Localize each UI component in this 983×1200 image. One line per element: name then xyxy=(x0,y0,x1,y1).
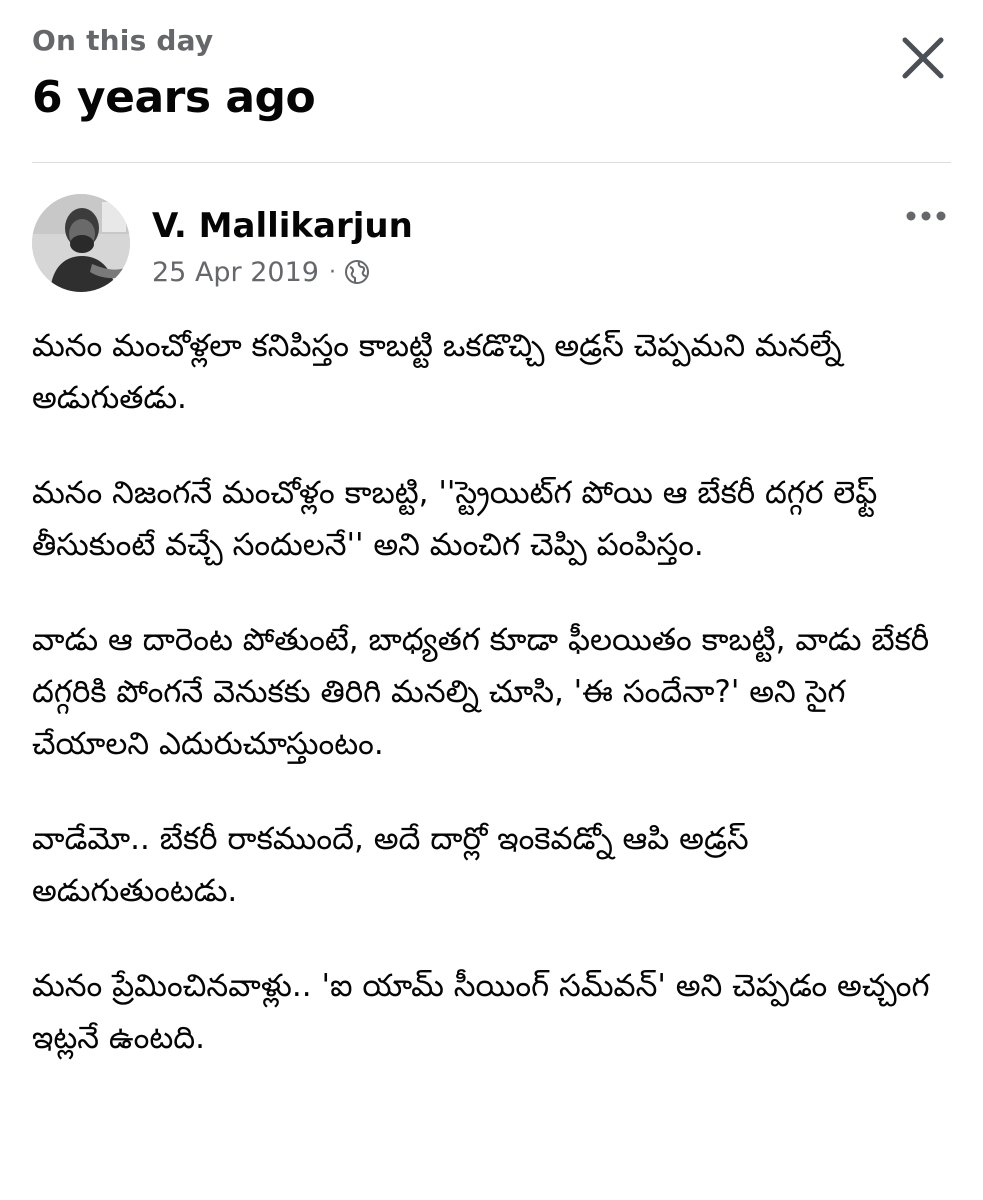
memory-eyebrow: On this day xyxy=(32,24,214,57)
meta-separator: · xyxy=(328,259,336,285)
avatar-photo xyxy=(32,194,130,292)
close-icon xyxy=(902,37,944,79)
post-paragraph-3: వాడు ఆ దారెంట పోతుంటే, బాధ్యతగ కూడా ఫీలయ… xyxy=(32,622,930,762)
post-paragraph-2: మనం నిజంగనే మంచోళ్లం కాబట్టి, ''స్ట్రెయి… xyxy=(32,475,878,563)
avatar[interactable] xyxy=(32,194,130,292)
post-paragraph-4: వాడేమో.. బేకరీ రాకముందే, అదే దార్లో ఇంకె… xyxy=(32,821,749,909)
author-name[interactable]: V. Mallikarjun xyxy=(152,206,413,246)
post-date[interactable]: 25 Apr 2019 xyxy=(152,257,319,288)
post-meta: 25 Apr 2019 · xyxy=(152,256,370,288)
header-divider xyxy=(32,162,951,163)
post-paragraph-1: మనం మంచోళ్లలా కనిపిస్తం కాబట్టి ఒకడొచ్చి… xyxy=(32,328,842,416)
memory-title: 6 years ago xyxy=(32,72,316,123)
memory-header: On this day 6 years ago xyxy=(32,22,951,132)
more-options-icon xyxy=(906,211,946,221)
post-body: మనం మంచోళ్లలా కనిపిస్తం కాబట్టి ఒకడొచ్చి… xyxy=(32,320,955,1107)
more-options-button[interactable] xyxy=(903,204,949,228)
globe-icon xyxy=(344,260,369,284)
close-button[interactable] xyxy=(895,30,951,86)
post-paragraph-5: మనం ప్రేమించినవాళ్లు.. 'ఐ యామ్ సీయింగ్ స… xyxy=(32,968,930,1056)
post-header: V. Mallikarjun 25 Apr 2019 · xyxy=(32,192,951,302)
